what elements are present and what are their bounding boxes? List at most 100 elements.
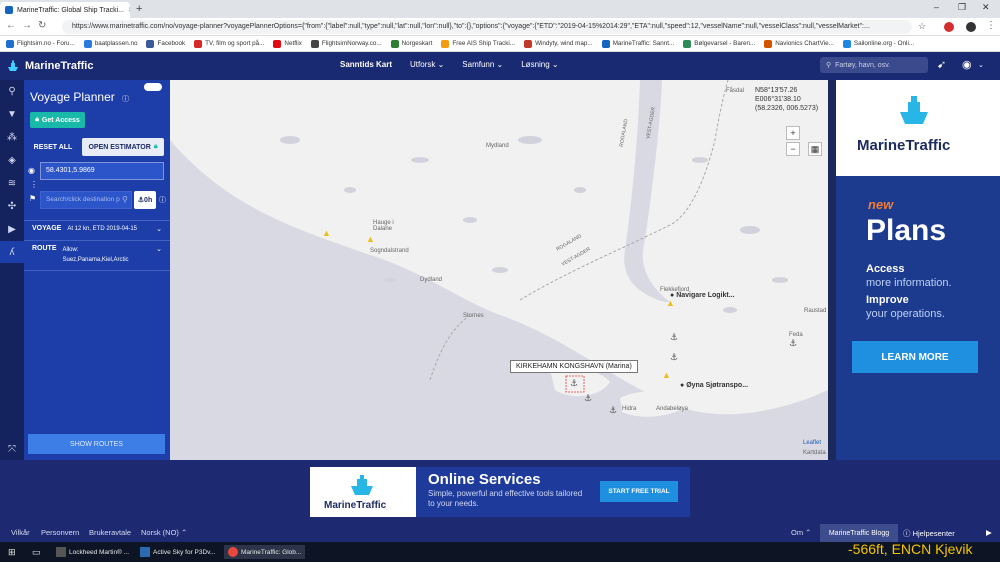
help-center-link[interactable]: ⓘ Hjelpesenter — [903, 528, 955, 539]
voyage-section[interactable]: VOYAGE At 12 kn, ETD 2019-04-15 ⌄ — [24, 225, 170, 233]
nav-sanntids-kart[interactable]: Sanntids Kart — [340, 60, 392, 69]
bookmark-item[interactable]: Free AIS Ship Tracki... — [441, 39, 524, 48]
nav-utforsk[interactable]: Utforsk ⌄ — [410, 60, 444, 69]
play-icon[interactable]: ▶ — [0, 218, 24, 240]
user-account-icon[interactable]: ◉ — [962, 58, 972, 71]
zoom-in-button[interactable]: + — [786, 126, 800, 140]
fullscreen-icon[interactable]: ⤧ — [0, 438, 24, 460]
bookmark-item[interactable]: baatplassen.no — [83, 39, 147, 48]
zoom-out-button[interactable]: − — [786, 142, 800, 156]
chevron-down-icon[interactable]: ⌄ — [156, 245, 162, 253]
online-services-banner[interactable]: MarineTraffic Online Services Simple, po… — [310, 467, 690, 517]
vessel-label[interactable]: ● Navigare Logikt... — [670, 292, 735, 299]
reset-all-button[interactable]: RESET ALL — [30, 138, 76, 156]
windows-start-icon[interactable]: ⊞ — [8, 545, 16, 559]
back-icon[interactable]: ← — [6, 20, 16, 31]
browser-tab[interactable]: MarineTraffic: Global Ship Tracki... ✕ — [0, 2, 130, 18]
vessel-marker-icon[interactable]: ▲ — [662, 370, 671, 380]
close-window-icon[interactable]: ✕ — [982, 2, 990, 13]
minimize-icon[interactable]: – — [934, 2, 939, 12]
bookmark-item[interactable]: Flightsim.no - Foru... — [6, 39, 84, 48]
new-tab-icon[interactable]: + — [136, 3, 142, 15]
task-view-icon[interactable]: ▭ — [32, 545, 41, 559]
bookmark-item[interactable]: Norgeskart — [390, 39, 442, 48]
taskbar-item[interactable]: Lockheed Martin® ... — [56, 545, 129, 559]
hours-field[interactable]: ⚓︎ 0h — [134, 191, 156, 209]
nav-samfunn[interactable]: Samfunn ⌄ — [462, 60, 503, 69]
anchor-icon[interactable]: ⚓︎ — [789, 338, 797, 349]
bookmark-item[interactable]: MarineTraffic: Sannt... — [601, 39, 684, 48]
destination-input[interactable]: Search/click destination p — [40, 191, 132, 209]
blog-button[interactable]: MarineTraffic Blogg — [820, 524, 898, 542]
anchor-icon[interactable]: ⚓︎ — [609, 405, 617, 416]
voyage-planner-panel: Voyage Planner ⓘ 🔒︎ Get Access RESET ALL… — [24, 80, 170, 460]
open-estimator-button[interactable]: OPEN ESTIMATOR 🔒︎ — [82, 138, 164, 156]
right-advertisement[interactable]: MarineTraffic new Plans Access more info… — [836, 80, 1000, 460]
search-tool-icon[interactable]: ⚲ — [0, 80, 24, 102]
footer-link-personvern[interactable]: Personvern — [41, 528, 79, 537]
bookmark-item[interactable]: Navionics ChartVie... — [764, 39, 843, 48]
search-icon[interactable]: ⚲ — [122, 195, 128, 204]
profile-avatar[interactable] — [966, 22, 976, 32]
leaflet-attribution-link[interactable]: Leaflet — [803, 440, 821, 446]
bookmark-item[interactable]: Bølgevarsel - Baren... — [683, 39, 764, 48]
restore-icon[interactable]: ❐ — [958, 2, 966, 13]
map-canvas[interactable]: N58°13'57.26 E006°31'38.10 (58.2326, 006… — [170, 80, 828, 460]
close-tab-icon[interactable]: ✕ — [128, 6, 130, 14]
url-field[interactable]: https://www.marinetraffic.com/no/voyage-… — [62, 20, 912, 34]
banner-brand: MarineTraffic — [324, 500, 387, 511]
search-placeholder: Fartøy, havn, osv. — [835, 61, 891, 69]
forward-icon[interactable]: → — [22, 20, 32, 31]
layers-icon[interactable]: ◈ — [0, 149, 24, 171]
chevron-down-icon[interactable]: ⌄ — [156, 225, 162, 233]
chevron-down-icon[interactable]: ⌄ — [978, 61, 984, 69]
vessel-marker-icon[interactable]: ▲ — [366, 234, 375, 244]
reload-icon[interactable]: ↻ — [38, 20, 46, 31]
origin-input[interactable]: 58.4301,5.9869 — [40, 162, 164, 180]
taskbar-item[interactable]: MarineTraffic: Glob... — [224, 545, 306, 559]
measure-icon[interactable]: ✣ — [0, 195, 24, 217]
nav-losning[interactable]: Løsning ⌄ — [521, 60, 558, 69]
bookmark-item[interactable]: Windyty, wind map... — [524, 39, 602, 48]
banner-logo: MarineTraffic — [310, 467, 416, 517]
anchor-icon[interactable]: ⚓︎ — [570, 378, 578, 389]
footer-link-brukeravtale[interactable]: Brukeravtale — [89, 528, 131, 537]
weather-icon[interactable]: ≋ — [0, 172, 24, 194]
vessel-marker-icon[interactable]: ▲ — [666, 298, 675, 308]
bookmark-item[interactable]: Sailonline.org - Onli... — [842, 39, 923, 48]
learn-more-button[interactable]: LEARN MORE — [852, 341, 978, 373]
footer-om-menu[interactable]: Om ⌃ — [791, 528, 811, 537]
show-routes-button[interactable]: SHOW ROUTES — [28, 434, 165, 454]
anchor-icon[interactable]: ⚓︎ — [670, 352, 678, 363]
voyage-planner-icon[interactable]: ʎ — [0, 241, 24, 263]
menu-dots-icon[interactable]: ⋮ — [986, 20, 996, 31]
footer-language-select[interactable]: Norsk (NO) ⌃ — [141, 528, 187, 537]
lock-icon: 🔒︎ — [153, 143, 158, 150]
info-icon[interactable]: ⓘ — [159, 195, 166, 205]
anchor-icon[interactable]: ⚓︎ — [670, 332, 678, 343]
star-icon[interactable]: ☆ — [918, 21, 926, 32]
footer-link-vilkar[interactable]: Vilkår — [11, 528, 30, 537]
start-free-trial-button[interactable]: START FREE TRIAL — [600, 481, 678, 502]
taskbar-item[interactable]: Active Sky for P3Dv... — [140, 545, 215, 559]
bookmark-item[interactable]: FlightsimNorway.co... — [310, 39, 391, 48]
extension-icon[interactable] — [944, 22, 954, 32]
drag-handle-icon[interactable]: ⋮ — [30, 180, 38, 189]
map-layer-icon[interactable]: ▦ — [808, 142, 822, 156]
bookmark-item[interactable]: Netflix — [273, 39, 311, 48]
notification-icon[interactable]: ➹ — [937, 58, 946, 71]
share-icon[interactable]: ⁂ — [0, 126, 24, 148]
anchor-icon[interactable]: ⚓︎ — [584, 393, 592, 404]
vessel-marker-icon[interactable]: ▲ — [322, 228, 331, 238]
bookmark-item[interactable]: Facebook — [146, 39, 194, 48]
marinetraffic-logo[interactable]: MarineTraffic — [6, 59, 93, 73]
info-icon[interactable]: ⓘ — [122, 96, 129, 103]
route-section[interactable]: ROUTE Allow: Suez,Panama,Kiel,Arctic ⌄ — [24, 245, 170, 265]
filter-icon[interactable]: ▼ — [0, 103, 24, 125]
site-search-input[interactable]: ⚲ Fartøy, havn, osv. — [820, 57, 928, 73]
android-icon[interactable]: ▶ — [986, 528, 992, 537]
panel-toggle-switch[interactable] — [144, 83, 162, 91]
bookmark-item[interactable]: TV, film og sport på... — [194, 39, 273, 48]
get-access-button[interactable]: 🔒︎ Get Access — [30, 112, 85, 128]
vessel-label[interactable]: ● Øyna Sjøtranspo... — [680, 382, 748, 389]
